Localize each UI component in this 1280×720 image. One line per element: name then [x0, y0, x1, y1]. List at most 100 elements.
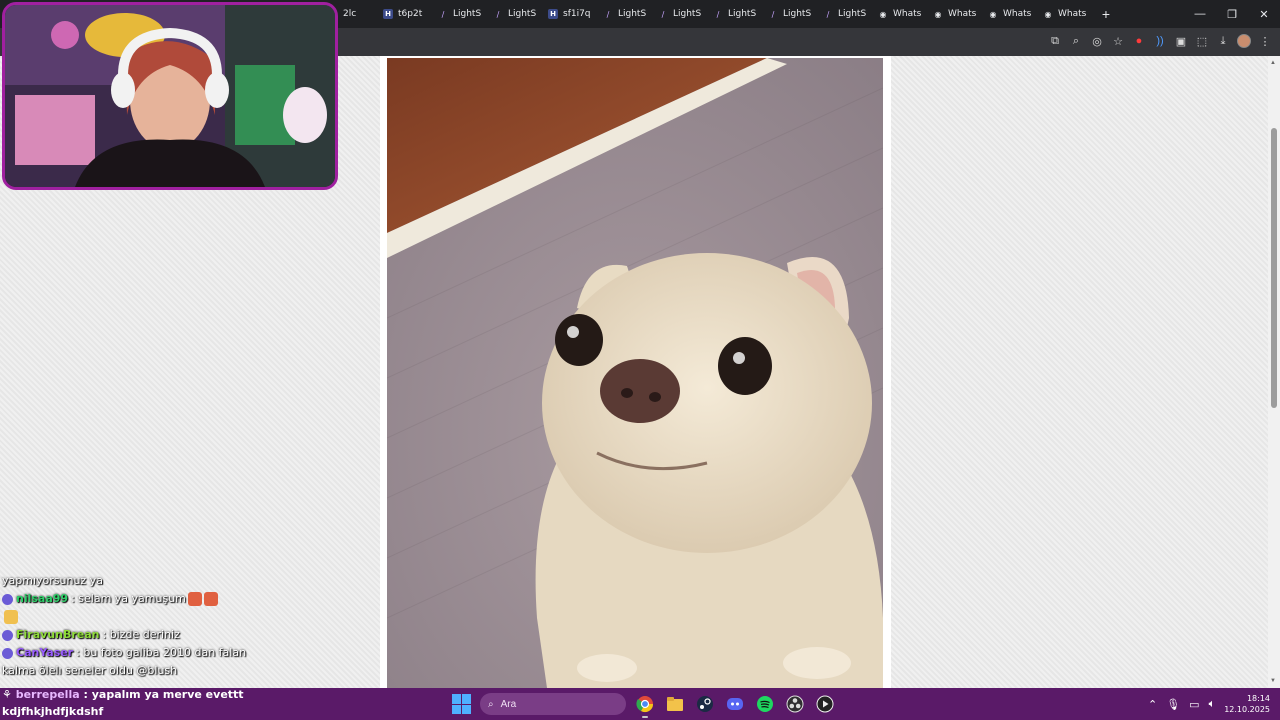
zoom-icon[interactable]: ⌕	[1069, 33, 1083, 49]
menu-kebab-icon[interactable]: ⋮	[1258, 33, 1272, 49]
chat-text: kalma ölelı seneler oldu @blush	[2, 664, 178, 677]
chat-message-continuation	[2, 608, 372, 626]
volume-icon[interactable]: 🔈︎	[1209, 698, 1216, 711]
start-button[interactable]	[452, 694, 472, 714]
profile-avatar[interactable]	[1237, 34, 1251, 48]
microphone-icon[interactable]: 🎙︎	[1166, 698, 1180, 711]
monitor-icon[interactable]: ▭	[1189, 698, 1199, 711]
feather-icon: ∕	[826, 9, 830, 19]
stream-chat-overlay: yapmıyorsunuz ya nilsaa99: selam ya yamuş…	[2, 572, 372, 680]
tab-title: LightS	[618, 9, 647, 19]
feather-icon: ∕	[496, 9, 500, 19]
chat-emote-icon	[4, 610, 18, 624]
h-icon: H	[383, 9, 393, 19]
chat-text: : bu foto galiba 2010 dan falan	[76, 646, 247, 659]
page-scrollbar[interactable]: ▲ ▼	[1268, 56, 1280, 688]
browser-tab[interactable]: ∕ LightS	[650, 2, 705, 26]
browser-tab[interactable]: ∕ LightS	[595, 2, 650, 26]
browser-tab[interactable]: ◉ Whats	[1035, 2, 1090, 26]
chat-message: kdjfhkjhdfjkdshf	[2, 703, 244, 720]
browser-tab[interactable]: Ht6p2t	[375, 2, 430, 26]
tab-title: Whats	[1058, 9, 1087, 19]
tab-title: LightS	[453, 9, 482, 19]
toolbar-icons: ⧉ ⌕ ◎ ☆ ● )) ▣ ⬚ ⤓ ⋮	[1048, 33, 1272, 49]
browser-tab[interactable]: ∕ LightS	[760, 2, 815, 26]
chat-emote-icon	[187, 592, 202, 606]
feather-icon: ∕	[441, 9, 445, 19]
chat-badge-icon	[2, 629, 13, 641]
extension-audio-icon[interactable]: ))	[1153, 33, 1167, 49]
tab-title: LightS	[783, 9, 812, 19]
globe-icon: ◉	[1044, 9, 1052, 19]
extensions-puzzle-icon[interactable]: ⬚	[1195, 33, 1209, 49]
file-explorer-icon[interactable]	[664, 693, 686, 715]
tab-title: 2lc	[343, 9, 357, 19]
taskbar-search[interactable]: ⌕ Ara	[480, 693, 626, 715]
feather-icon: ∕	[716, 9, 720, 19]
chat-message: yapmıyorsunuz ya	[2, 572, 372, 590]
media-player-icon[interactable]	[814, 693, 836, 715]
chat-badge-icon: ⚘	[2, 688, 16, 701]
spotify-icon[interactable]	[754, 693, 776, 715]
close-button[interactable]: ✕	[1248, 0, 1280, 28]
chat-text: : bizde deriniz	[102, 628, 180, 641]
chevron-up-icon[interactable]: ⌃	[1148, 698, 1157, 711]
chat-message: ⚘ berrepella : yapalım ya merve evettt	[2, 686, 244, 703]
tab-title: LightS	[673, 9, 702, 19]
extension-red-icon[interactable]: ●	[1132, 33, 1146, 49]
hide-icon[interactable]: ◎	[1090, 33, 1104, 49]
download-icon[interactable]: ⤓	[1216, 33, 1230, 49]
chat-message: FiravunBrean: bizde deriniz	[2, 626, 372, 644]
feather-icon: ∕	[606, 9, 610, 19]
h-icon: H	[548, 9, 558, 19]
steam-icon[interactable]	[694, 693, 716, 715]
discord-icon[interactable]	[724, 693, 746, 715]
browser-tab[interactable]: ◉ Whats	[980, 2, 1035, 26]
chat-message: kalma ölelı seneler oldu @blush	[2, 662, 372, 680]
system-tray: ⌃ 🎙︎ ▭ 🔈︎ 18:14 12.10.2025	[1148, 692, 1270, 716]
new-tab-button[interactable]: +	[1094, 2, 1118, 26]
webcam-overlay	[2, 2, 338, 190]
chat-username: berrepella	[15, 688, 80, 701]
tab-title: LightS	[838, 9, 867, 19]
minimize-button[interactable]: —	[1184, 0, 1216, 28]
browser-tab[interactable]: ∕ LightS	[705, 2, 760, 26]
scrollbar-thumb[interactable]	[1271, 128, 1277, 408]
browser-tab[interactable]: ∕ LightS	[485, 2, 540, 26]
chat-username: CanYaser	[16, 646, 74, 659]
tab-title: t6p2t	[398, 9, 423, 19]
browser-tab[interactable]: ∕ LightS	[430, 2, 485, 26]
tab-strip: 2lc Ht6p2t ∕ LightS ∕ LightS Hsf1i7q ∕ LightS ∕ Li…	[320, 2, 1118, 26]
chat-badge-icon	[2, 593, 13, 605]
taskbar-clock[interactable]: 18:14 12.10.2025	[1224, 693, 1270, 715]
feather-icon: ∕	[771, 9, 775, 19]
chrome-icon[interactable]	[634, 693, 656, 718]
scroll-up-arrow-icon[interactable]: ▲	[1270, 60, 1276, 66]
bookmark-star-icon[interactable]: ☆	[1111, 33, 1125, 49]
clock-date: 12.10.2025	[1224, 705, 1270, 714]
clock-time: 18:14	[1246, 694, 1270, 703]
browser-tab[interactable]: Hsf1i7q	[540, 2, 595, 26]
browser-tab[interactable]: ◉ Whats	[870, 2, 925, 26]
obs-icon[interactable]	[784, 693, 806, 715]
chat-emote-icon	[203, 592, 218, 606]
browser-tab[interactable]: ◉ Whats	[925, 2, 980, 26]
install-app-icon[interactable]: ⧉	[1048, 33, 1062, 49]
tab-title: Whats	[893, 9, 922, 19]
restore-button[interactable]: ❐	[1216, 0, 1248, 28]
chat-username: nilsaa99	[16, 592, 69, 605]
tab-title: LightS	[728, 9, 757, 19]
chat-badge-icon	[2, 647, 13, 659]
taskbar-center: ⌕ Ara	[452, 692, 836, 718]
feather-icon: ∕	[661, 9, 665, 19]
chat-username: FiravunBrean	[16, 628, 100, 641]
tab-title: Whats	[1003, 9, 1032, 19]
extension-box-icon[interactable]: ▣	[1174, 33, 1188, 49]
stream-chat-recent: ⚘ berrepella : yapalım ya merve evettt kd…	[2, 686, 244, 720]
browser-tab[interactable]: ∕ LightS	[815, 2, 870, 26]
globe-icon: ◉	[934, 9, 942, 19]
tab-title: sf1i7q	[563, 9, 591, 19]
chat-text: kdjfhkjhdfjkdshf	[2, 705, 104, 718]
window-controls: — ❐ ✕	[1184, 0, 1280, 28]
scroll-down-arrow-icon[interactable]: ▼	[1270, 678, 1276, 684]
